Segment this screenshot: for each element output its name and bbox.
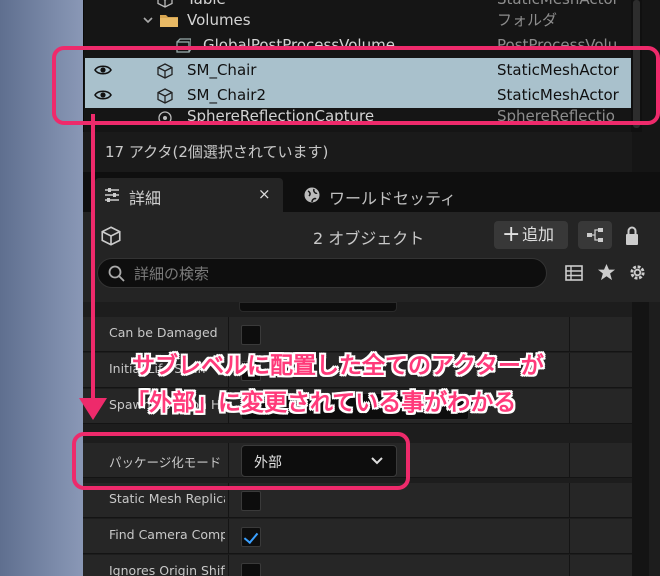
partial-field [239, 302, 397, 312]
property-checkbox[interactable] [241, 325, 261, 345]
divider [228, 555, 229, 576]
divider [569, 317, 570, 352]
search-icon [108, 265, 125, 282]
tab-details-label: 詳細 [129, 189, 162, 208]
tab-world-settings-label: ワールドセッティ [329, 189, 455, 208]
static-mesh-icon [101, 226, 121, 246]
divider [569, 483, 570, 518]
table-view-icon[interactable] [565, 264, 583, 282]
property-checkbox[interactable] [241, 563, 261, 576]
object-count: 2 オブジェクト [313, 229, 425, 248]
plus-icon: + [502, 222, 521, 247]
outliner-status: 17 アクタ(2個選択されています) [83, 132, 632, 172]
close-icon[interactable]: × [258, 185, 271, 203]
details-header: 2 オブジェクト + 追加 詳細の検索 [83, 212, 660, 302]
annotation-text-line1: サブレベルに配置した全てのアクターが [132, 353, 544, 379]
property-row: Find Camera Compo [83, 519, 649, 554]
chevron-down-icon[interactable] [143, 15, 153, 25]
folder-type: フォルダ [497, 11, 558, 29]
tab-world-settings[interactable]: ワールドセッティ [299, 178, 459, 212]
details-tab-bar: 詳細 × ワールドセッティ [83, 172, 660, 212]
divider [228, 519, 229, 554]
divider [569, 353, 570, 388]
search-placeholder: 詳細の検索 [134, 265, 210, 283]
divider [569, 519, 570, 554]
static-mesh-icon [157, 0, 173, 8]
folder-icon [160, 15, 178, 27]
divider [569, 389, 570, 424]
gear-icon[interactable] [628, 263, 647, 282]
property-label: Ignores Origin Shifti [109, 563, 225, 576]
annotation-text-line2: 「外部」に変更されている事がわかる [126, 390, 517, 416]
property-row: Ignores Origin Shifti [83, 555, 649, 576]
property-checkbox[interactable] [241, 491, 261, 511]
property-checkbox-checked[interactable] [241, 527, 261, 547]
annotation-arrow-head [79, 398, 107, 420]
property-label: Can be Damaged [109, 325, 218, 340]
property-label: Find Camera Compo [109, 527, 225, 542]
divider [569, 443, 570, 478]
property-label: Static Mesh Replicat [109, 491, 225, 506]
add-component-button[interactable]: + 追加 [494, 221, 568, 249]
lock-icon[interactable] [624, 226, 640, 246]
properties-scrollbar[interactable] [632, 302, 649, 576]
star-icon[interactable] [597, 263, 616, 282]
outliner-folder-row[interactable]: Volumes フォルダ [85, 8, 631, 33]
blueprint-icon [587, 228, 603, 242]
folder-name: Volumes [187, 11, 251, 29]
blueprint-button[interactable] [578, 221, 612, 249]
details-sliders-icon [105, 188, 119, 202]
globe-icon [304, 187, 320, 203]
highlight-selected-actors [52, 46, 660, 125]
tab-details[interactable]: 詳細 × [95, 178, 283, 212]
divider [569, 555, 570, 576]
add-button-label: 追加 [522, 225, 555, 244]
highlight-packaging-mode [72, 432, 410, 490]
annotation-arrow-line [91, 114, 95, 404]
details-search-input[interactable]: 詳細の検索 [97, 258, 547, 288]
